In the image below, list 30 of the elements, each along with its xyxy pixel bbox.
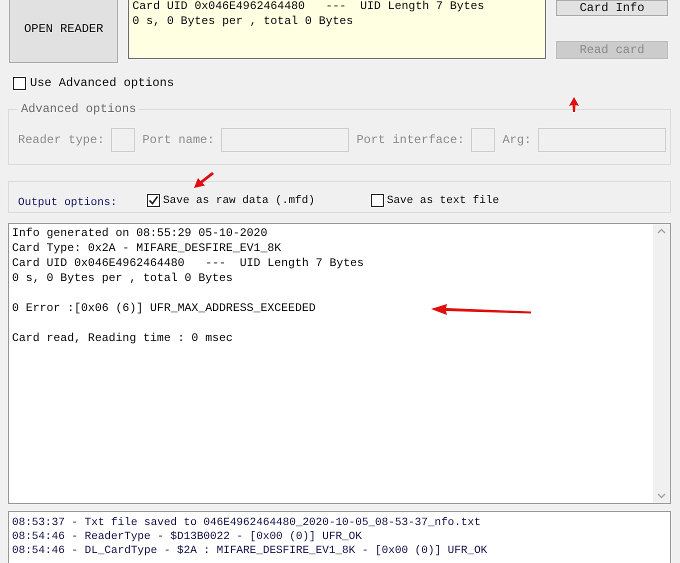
- checkbox[interactable]: [147, 194, 160, 207]
- group-title: Advanced options: [20, 102, 138, 116]
- field-label: Arg:: [502, 133, 532, 147]
- field-label: Reader type:: [18, 133, 104, 147]
- log-line: 08:54:46 - DL_CardType - $2A : MIFARE_DESFIRE_EV1_8K - [0x00 (0)] UFR_OK: [12, 544, 488, 558]
- checkbox-label: Save as raw data (.mfd): [163, 194, 315, 206]
- field-label: Port name:: [142, 133, 214, 147]
- output-line: Card Type: 0x2A - MIFARE_DESFIRE_EV1_8K: [12, 241, 282, 256]
- log-line: 08:54:46 - ReaderType - $D13B0022 - [0x00 (0)] UFR_OK: [12, 530, 362, 544]
- output-line: Info generated on 08:55:29 05-10-2020: [12, 226, 268, 241]
- info-line: Card UID 0x046E4962464480 --- UID Length 7 Bytes: [132, 0, 484, 14]
- output-line: 0 Error :[0x06 (6)] UFR_MAX_ADDRESS_EXCEEDED: [12, 301, 316, 316]
- info-line: 0 s, 0 Bytes per , total 0 Bytes: [132, 14, 354, 29]
- scroll-down-icon[interactable]: [657, 493, 666, 499]
- scroll-up-icon[interactable]: [657, 228, 666, 234]
- checkbox-label: Save as text file: [386, 194, 500, 206]
- output-line: 0 s, 0 Bytes per , total 0 Bytes: [12, 271, 233, 286]
- checkbox[interactable]: [13, 76, 26, 90]
- field-label: Port interface:: [356, 133, 464, 147]
- output-line: Card UID 0x046E4962464480 --- UID Length 7 Bytes: [12, 256, 364, 271]
- scrollbar[interactable]: [653, 224, 670, 503]
- checkbox[interactable]: [370, 194, 384, 207]
- output-line: Card read, Reading time : 0 msec: [12, 331, 233, 346]
- log-line: 08:53:37 - Txt file saved to 046E4962464480_2020-10-05_08-53-37_nfo.txt: [12, 516, 481, 530]
- annotation-arrow: [569, 97, 579, 112]
- card-info-button[interactable]: Card Info: [556, 0, 668, 16]
- checkbox-label: Use Advanced options: [30, 76, 174, 90]
- output-options-label: Output options:: [18, 197, 118, 209]
- annotation-arrow: [194, 172, 214, 188]
- open-reader-button[interactable]: OPEN READER: [9, 0, 118, 63]
